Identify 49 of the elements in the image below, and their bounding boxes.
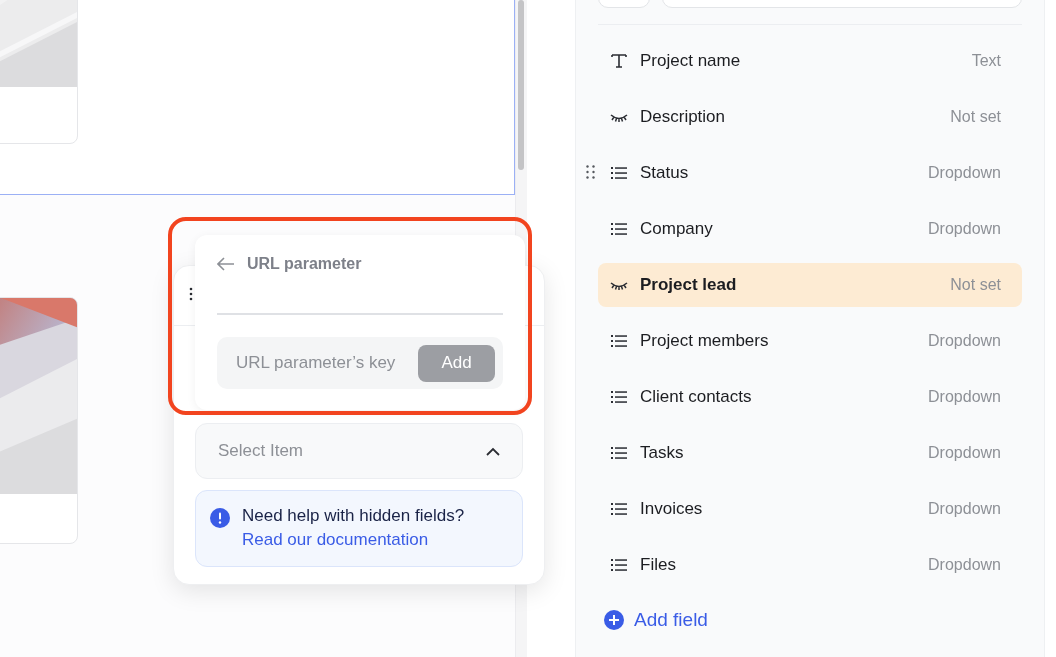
field-label: Company [640, 219, 714, 239]
field-label: Project lead [640, 275, 738, 295]
list-icon [610, 556, 628, 574]
list-icon [610, 220, 628, 238]
card-title: URL parameter [247, 255, 362, 273]
text-type-icon [610, 52, 628, 70]
field-type: Dropdown [928, 500, 1001, 518]
field-label: Project members [640, 331, 770, 351]
select-placeholder: Select Item [218, 441, 304, 461]
field-type: Text [971, 52, 1001, 70]
field-label: Client contacts [640, 387, 753, 407]
field-type: Dropdown [928, 556, 1001, 574]
field-row[interactable]: Company Dropdown [598, 207, 1022, 251]
plus-icon [604, 610, 624, 630]
field-type: Not set [950, 108, 1001, 126]
field-type: Dropdown [928, 164, 1001, 182]
field-label: Status [640, 163, 690, 183]
list-icon [610, 164, 628, 182]
info-icon [210, 508, 230, 528]
field-type: Not set [950, 276, 1001, 294]
field-label: Project name [640, 51, 742, 71]
scrollbar-thumb[interactable] [518, 0, 524, 170]
list-icon [610, 444, 628, 462]
list-icon [610, 332, 628, 350]
help-text: Need help with hidden fields? [242, 506, 465, 526]
field-type: Dropdown [928, 444, 1001, 462]
field-row[interactable]: Files Dropdown [598, 543, 1022, 587]
field-row[interactable]: Status Dropdown [598, 151, 1022, 195]
field-type: Dropdown [928, 388, 1001, 406]
documentation-link[interactable]: Read our documentation [242, 530, 465, 550]
field-row[interactable]: Description Not set [598, 95, 1022, 139]
field-label: Invoices [640, 499, 704, 519]
back-arrow-icon[interactable] [217, 257, 235, 271]
field-label: Files [640, 555, 677, 575]
list-icon [610, 388, 628, 406]
field-row[interactable]: Invoices Dropdown [598, 487, 1022, 531]
field-label: Description [640, 107, 727, 127]
field-row[interactable]: Project lead Not set [598, 263, 1022, 307]
field-label: Tasks [640, 443, 685, 463]
drag-handle-icon[interactable] [189, 287, 193, 301]
add-field-button[interactable]: Add field [604, 609, 708, 631]
field-row[interactable]: Client contacts Dropdown [598, 375, 1022, 419]
field-row[interactable]: Project name Text [598, 39, 1022, 83]
field-row[interactable]: Tasks Dropdown [598, 431, 1022, 475]
list-icon [610, 500, 628, 518]
field-type: Dropdown [928, 332, 1001, 350]
drag-handle-icon[interactable] [586, 165, 595, 179]
field-row[interactable]: Project members Dropdown [598, 319, 1022, 363]
field-type: Dropdown [928, 220, 1001, 238]
